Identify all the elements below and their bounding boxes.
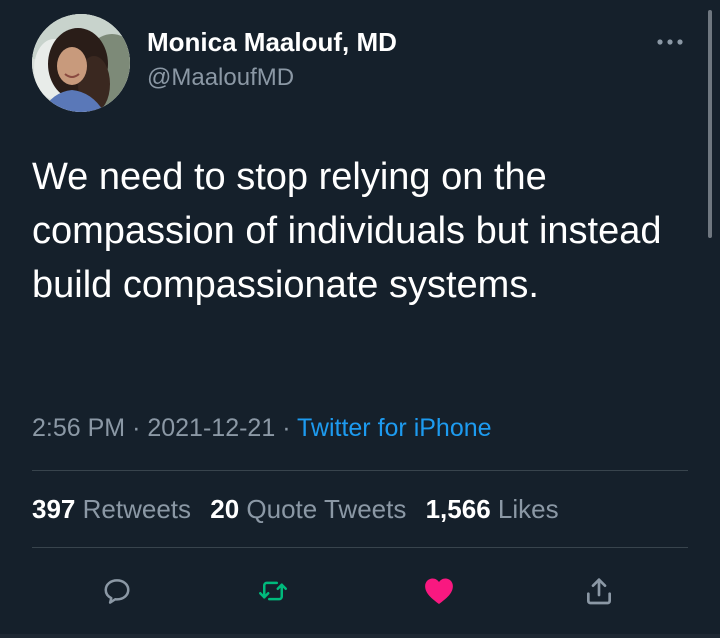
tweet-time: 2:56 PM — [32, 414, 126, 442]
retweets-label: Retweets — [82, 494, 192, 524]
divider — [32, 547, 688, 548]
avatar-photo — [32, 14, 130, 112]
quote-tweets-stat[interactable]: 20 Quote Tweets — [210, 494, 406, 524]
tweet-meta: 2:56 PM · 2021-12-21 · Twitter for iPhon… — [32, 414, 492, 443]
retweet-icon — [259, 581, 287, 601]
likes-stat[interactable]: 1,566 Likes — [426, 494, 559, 524]
share-button[interactable] — [576, 568, 622, 614]
likes-label: Likes — [497, 494, 559, 524]
divider — [32, 470, 688, 471]
meta-separator: · — [132, 414, 141, 442]
scrollbar[interactable] — [708, 10, 712, 238]
tweet-stats: 397 Retweets 20 Quote Tweets 1,566 Likes — [32, 494, 571, 525]
like-button[interactable] — [416, 568, 462, 614]
reply-icon — [104, 579, 130, 604]
tweet-text: We need to stop relying on the compassio… — [32, 156, 662, 306]
tweet-date[interactable]: 2021-12-21 — [147, 414, 275, 442]
tweet-card: Monica Maalouf, MD @MaaloufMD We need to… — [0, 0, 720, 638]
more-options-icon[interactable] — [652, 30, 692, 54]
avatar[interactable] — [32, 14, 130, 112]
reply-button[interactable] — [94, 568, 140, 614]
bottom-divider — [0, 634, 720, 638]
share-icon — [587, 578, 611, 605]
author-handle[interactable]: @MaaloufMD — [147, 64, 294, 92]
quote-tweets-label: Quote Tweets — [246, 494, 407, 524]
tweet-source-link[interactable]: Twitter for iPhone — [297, 414, 492, 442]
quote-tweets-count: 20 — [210, 494, 240, 524]
likes-count: 1,566 — [425, 494, 491, 524]
retweets-count: 397 — [32, 494, 76, 524]
retweets-stat[interactable]: 397 Retweets — [32, 494, 191, 524]
meta-separator: · — [282, 414, 291, 442]
heart-icon — [425, 578, 453, 605]
author-display-name[interactable]: Monica Maalouf, MD — [147, 27, 397, 58]
retweet-button[interactable] — [250, 568, 296, 614]
